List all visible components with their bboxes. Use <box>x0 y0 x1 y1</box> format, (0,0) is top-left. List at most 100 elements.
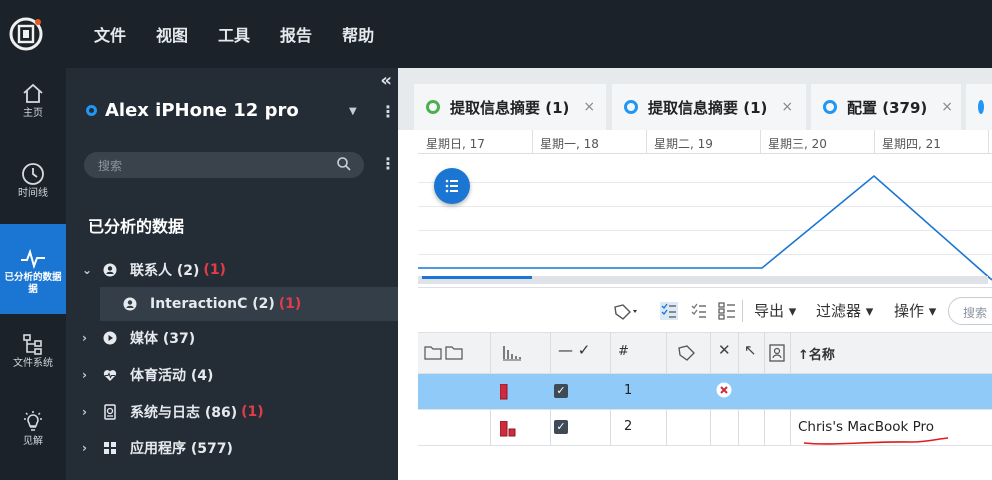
tab-overflow[interactable] <box>966 84 992 130</box>
state-column-icon[interactable]: — ✓ <box>558 341 590 359</box>
chevron-right-icon[interactable]: › <box>82 331 102 345</box>
top-bar: 文件 视图 工具 报告 帮助 <box>0 0 992 68</box>
rail-item-file-system[interactable]: 文件系统 <box>0 332 66 392</box>
tab-extract-summary-1[interactable]: 提取信息摘要 (1) × <box>414 84 606 130</box>
close-icon[interactable]: × <box>583 99 595 115</box>
checkbox-list-icon[interactable] <box>718 302 736 320</box>
filter-button[interactable]: 过滤器 ▾ <box>816 300 873 321</box>
toolbar-divider <box>742 300 743 322</box>
clock-icon <box>22 163 44 185</box>
menu-bar: 文件 视图 工具 报告 帮助 <box>94 0 404 68</box>
table-row[interactable]: ✓ 1 <box>418 374 992 410</box>
contact-card-icon[interactable] <box>769 344 785 362</box>
red-underline-annotation <box>803 437 949 445</box>
rail-item-insights[interactable]: 见解 <box>0 410 66 470</box>
rail-label: 见解 <box>23 436 43 447</box>
red-bar-icon <box>500 384 508 400</box>
list-view-button[interactable] <box>434 168 470 204</box>
menu-file[interactable]: 文件 <box>94 22 126 46</box>
actions-button[interactable]: 操作 ▾ <box>894 300 936 321</box>
rail-item-analyzed-data[interactable]: 已分析的数据 据 <box>0 224 66 314</box>
rail-label: 主页 <box>23 108 43 119</box>
section-title: 已分析的数据 <box>88 217 185 236</box>
log-icon <box>102 404 118 420</box>
row-number: 1 <box>624 383 633 398</box>
timeline-chart[interactable]: 星期日, 17 星期一, 18 星期二, 19 星期三, 20 星期四, 21 <box>418 130 992 288</box>
tree-item-interactionc[interactable]: InteractionC (2) (1) <box>100 287 398 321</box>
device-more-icon[interactable]: ⋮ <box>380 102 396 121</box>
rail-item-timeline[interactable]: 时间线 <box>0 162 66 222</box>
checklist-icon[interactable] <box>660 302 678 320</box>
file-system-icon <box>23 334 42 355</box>
tab-config[interactable]: 配置 (379) × <box>811 84 961 130</box>
tree-item-sports[interactable]: › 体育活动 (4) <box>66 358 398 392</box>
rail-label: 时间线 <box>18 188 48 199</box>
chevron-right-icon[interactable]: › <box>82 368 102 382</box>
delete-column-icon[interactable]: ✕ <box>718 341 731 359</box>
list-icon <box>445 179 458 193</box>
row-name: Chris's MacBook Pro <box>798 419 935 435</box>
person-icon <box>122 296 138 312</box>
tree-item-label: 媒体 (37) <box>130 331 196 347</box>
device-dropdown-icon[interactable]: ▼ <box>349 106 357 117</box>
rail-item-home[interactable]: 主页 <box>0 82 66 142</box>
close-icon[interactable]: × <box>941 99 953 115</box>
close-icon[interactable]: × <box>781 99 793 115</box>
timeline-scrollbar[interactable] <box>418 276 988 284</box>
table-row[interactable]: ✓ 2 Chris's MacBook Pro <box>418 410 992 446</box>
device-name: Alex iPHone 12 pro <box>105 100 299 121</box>
column-header-name[interactable]: ↑名称 <box>798 344 835 363</box>
tab-label: 配置 (379) <box>847 98 928 117</box>
heart-icon <box>102 367 118 383</box>
device-selector[interactable]: Alex iPHone 12 pro <box>86 100 299 121</box>
menu-help[interactable]: 帮助 <box>342 22 374 46</box>
search-icon <box>337 157 351 171</box>
timeline-scroll-thumb[interactable] <box>422 276 532 279</box>
checklist-unchecked-icon[interactable] <box>690 302 708 320</box>
tree-item-system-logs[interactable]: › 系统与日志 (86) (1) <box>66 395 398 429</box>
cursor-column-icon[interactable]: ↖ <box>744 341 757 359</box>
bar-column-icon[interactable] <box>502 344 522 362</box>
home-icon <box>23 83 43 103</box>
nav-rail: 主页 时间线 已分析的数据 据 文件系统 见解 <box>0 68 66 480</box>
tree-item-alert-count: (1) <box>278 296 302 312</box>
search-input[interactable]: 搜索 <box>84 152 364 178</box>
media-icon <box>102 330 118 346</box>
tree-item-contacts[interactable]: ⌄ 联系人 (2) (1) <box>66 253 398 287</box>
tab-status-icon <box>624 100 638 114</box>
tree-item-alert-count: (1) <box>241 404 264 420</box>
bulb-icon <box>24 411 42 431</box>
tag-dropdown-icon[interactable] <box>614 304 640 320</box>
search-placeholder: 搜索 <box>963 306 988 320</box>
tree-item-media[interactable]: › 媒体 (37) <box>66 321 398 355</box>
chevron-right-icon[interactable]: › <box>82 405 102 419</box>
search-placeholder: 搜索 <box>98 159 123 173</box>
chevron-down-icon[interactable]: ⌄ <box>82 263 102 277</box>
menu-tools[interactable]: 工具 <box>218 22 250 46</box>
apps-icon <box>102 440 118 456</box>
tree-item-alert-count: (1) <box>203 262 226 278</box>
error-icon <box>716 382 732 398</box>
tree-item-apps[interactable]: › 应用程序 (577) <box>66 431 398 465</box>
main-content: 提取信息摘要 (1) × 提取信息摘要 (1) × 配置 (379) × 星期日… <box>398 68 992 480</box>
folder-icon[interactable] <box>424 344 464 362</box>
chevron-right-icon[interactable]: › <box>82 441 102 455</box>
menu-report[interactable]: 报告 <box>280 22 312 46</box>
tree-item-label: 联系人 (2) <box>130 263 200 279</box>
row-checkbox[interactable]: ✓ <box>554 384 568 398</box>
table-search-input[interactable]: 搜索 <box>948 297 992 325</box>
timeline-series-line <box>418 174 992 281</box>
column-header-number[interactable]: # <box>618 344 629 359</box>
collapse-panel-button[interactable]: « <box>380 70 392 91</box>
search-more-icon[interactable]: ⋮ <box>380 154 396 173</box>
tree-item-label: 应用程序 (577) <box>130 441 233 457</box>
tab-extract-summary-2[interactable]: 提取信息摘要 (1) × <box>612 84 806 130</box>
tag-column-icon[interactable] <box>678 345 698 361</box>
row-checkbox[interactable]: ✓ <box>554 420 568 434</box>
rail-label: 已分析的数据 <box>4 272 62 283</box>
tree-item-label: 系统与日志 (86) <box>130 405 238 421</box>
red-bars-icon <box>500 421 516 437</box>
app-window: 文件 视图 工具 报告 帮助 主页 时间线 已分析的数据 据 文件系统 见解 «… <box>0 0 992 480</box>
export-button[interactable]: 导出 ▾ <box>754 300 796 321</box>
menu-view[interactable]: 视图 <box>156 22 188 46</box>
